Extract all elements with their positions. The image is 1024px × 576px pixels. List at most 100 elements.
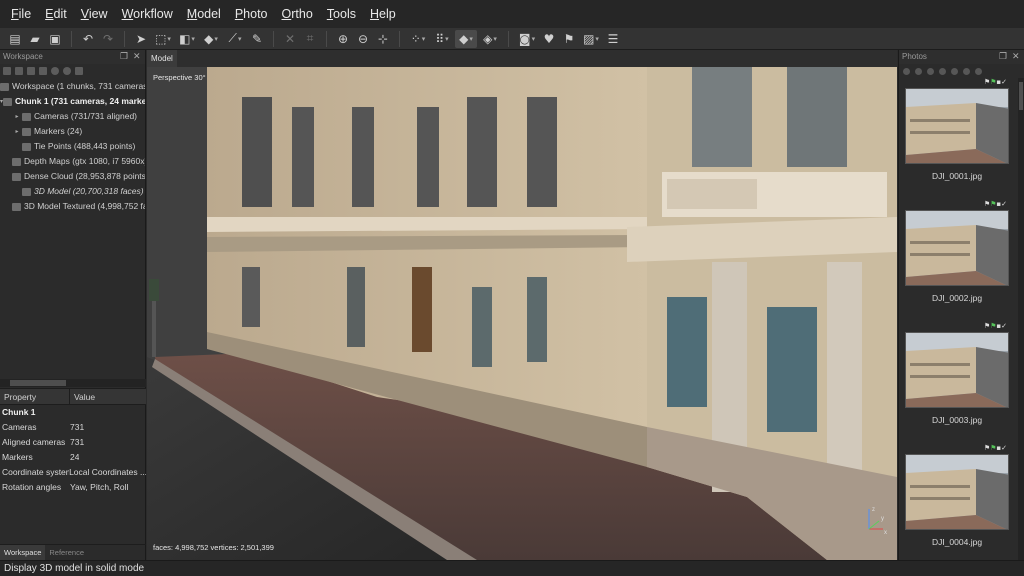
- scrollbar-thumb[interactable]: [1019, 82, 1023, 110]
- menu-file[interactable]: File: [4, 0, 38, 28]
- check-icon: ✓: [1001, 322, 1007, 330]
- property-row[interactable]: Coordinate system Local Coordinates ...: [0, 465, 146, 480]
- tree-item-label: Chunk 1 (731 cameras, 24 markers): [15, 96, 145, 106]
- disable-camera-icon[interactable]: [927, 67, 934, 75]
- menu-help[interactable]: Help: [363, 0, 403, 28]
- undo-icon[interactable]: ↶: [79, 30, 97, 48]
- tree-item-label: Markers (24): [34, 126, 83, 136]
- tab-model[interactable]: Model: [147, 50, 177, 67]
- model-tab-bar: Model: [147, 50, 897, 67]
- undock-icon[interactable]: ❐: [999, 50, 1007, 64]
- menu-model[interactable]: Model: [180, 0, 228, 28]
- photo-thumbnail[interactable]: ⚑⚑▪✓ DJI_0003.jpg: [905, 322, 1009, 425]
- property-row[interactable]: Markers 24: [0, 450, 146, 465]
- solid-model-icon[interactable]: ◆: [455, 29, 477, 48]
- add-photos-icon[interactable]: [15, 66, 23, 75]
- photo-flags: ⚑⚑▪✓: [905, 322, 1009, 332]
- delete-selection-icon[interactable]: ✕: [281, 30, 299, 48]
- menu-workflow[interactable]: Workflow: [115, 0, 180, 28]
- show-dense-cloud-icon[interactable]: ⠿: [431, 30, 453, 48]
- scrollbar-thumb[interactable]: [10, 380, 66, 386]
- redo-icon[interactable]: ↷: [99, 30, 117, 48]
- undock-icon[interactable]: ❐: [120, 50, 128, 64]
- property-column-header[interactable]: Property: [0, 389, 70, 404]
- tree-item[interactable]: Dense Cloud (28,953,878 points): [0, 169, 145, 184]
- tree-item[interactable]: ▾ Chunk 1 (731 cameras, 24 markers): [0, 94, 145, 109]
- enable-icon[interactable]: [51, 66, 59, 75]
- menu-photo[interactable]: Photo: [228, 0, 275, 28]
- reset-view-icon[interactable]: ⊹: [374, 30, 392, 48]
- tree-item[interactable]: 3D Model Textured (4,998,752 faces): [0, 199, 145, 214]
- close-icon[interactable]: ✕: [133, 50, 141, 64]
- circle-selection-icon[interactable]: ◆: [200, 30, 222, 48]
- toolbar-divider: [273, 30, 274, 47]
- view-mode-icon[interactable]: [975, 67, 982, 75]
- tree-item[interactable]: ▸ Cameras (731/731 aligned): [0, 109, 145, 124]
- search-icon[interactable]: [75, 66, 83, 75]
- show-points-icon[interactable]: ⁘: [407, 30, 429, 48]
- ruler-icon[interactable]: ✎: [248, 30, 266, 48]
- property-row[interactable]: Aligned cameras 731: [0, 435, 146, 450]
- flag-icon[interactable]: ⚑: [560, 30, 578, 48]
- value-column-header[interactable]: Value: [70, 389, 95, 404]
- enable-camera-icon[interactable]: [915, 67, 922, 75]
- remove-camera-icon[interactable]: [903, 67, 910, 75]
- save-icon[interactable]: ▣: [46, 30, 64, 48]
- crop-icon[interactable]: ⌗: [301, 30, 319, 48]
- property-row[interactable]: Cameras 731: [0, 420, 146, 435]
- textured-model-icon[interactable]: ◈: [479, 30, 501, 48]
- tab-reference[interactable]: Reference: [45, 545, 88, 560]
- expand-arrow-icon[interactable]: ▸: [12, 109, 22, 124]
- open-icon[interactable]: ▰: [26, 30, 44, 48]
- photos-scrollbar[interactable]: [1018, 78, 1024, 560]
- image-icon[interactable]: ▨: [580, 30, 602, 48]
- remove-item-icon[interactable]: [39, 66, 47, 75]
- grid-icon[interactable]: ☰: [604, 30, 622, 48]
- menu-edit[interactable]: Edit: [38, 0, 74, 28]
- tree-item[interactable]: Tie Points (488,443 points): [0, 139, 145, 154]
- menu-ortho[interactable]: Ortho: [275, 0, 320, 28]
- tree-item-label: Cameras (731/731 aligned): [34, 111, 138, 121]
- new-icon[interactable]: ▤: [6, 30, 24, 48]
- rotate-left-icon[interactable]: [939, 67, 946, 75]
- tree-root[interactable]: Workspace (1 chunks, 731 cameras): [0, 79, 145, 94]
- property-row[interactable]: Rotation angles Yaw, Pitch, Roll: [0, 480, 146, 495]
- workspace-tree: Workspace (1 chunks, 731 cameras) ▾ Chunk…: [0, 77, 145, 214]
- expand-arrow-icon[interactable]: ▸: [12, 124, 22, 139]
- photo-thumbnail[interactable]: ⚑⚑▪✓ DJI_0004.jpg: [905, 444, 1009, 547]
- add-chunk-icon[interactable]: [3, 66, 11, 75]
- navigation-icon[interactable]: ➤: [132, 30, 150, 48]
- rotate-right-icon[interactable]: [951, 67, 958, 75]
- model-viewport[interactable]: Perspective 30° faces: 4,998,752 vertice…: [147, 67, 897, 560]
- workspace-panel-title: Workspace ❐ ✕: [0, 50, 145, 64]
- tree-item-label: Tie Points (488,443 points): [34, 141, 136, 151]
- photo-image[interactable]: [905, 88, 1009, 164]
- photo-thumbnail[interactable]: ⚑⚑▪✓ DJI_0001.jpg: [905, 78, 1009, 181]
- status-text: Display 3D model in solid mode: [4, 563, 145, 574]
- photo-image[interactable]: [905, 332, 1009, 408]
- camera-icon[interactable]: ◙: [516, 30, 538, 48]
- tree-scrollbar[interactable]: [0, 379, 146, 387]
- zoom-out-icon[interactable]: ⊖: [354, 30, 372, 48]
- axis-y-label: y: [881, 516, 884, 522]
- show-markers-icon[interactable]: ♥: [540, 30, 558, 48]
- rectangle-selection-icon[interactable]: ⬚: [152, 30, 174, 48]
- reset-filter-icon[interactable]: [963, 67, 970, 75]
- menu-tools[interactable]: Tools: [320, 0, 363, 28]
- photo-thumbnail[interactable]: ⚑⚑▪✓ DJI_0002.jpg: [905, 200, 1009, 303]
- zoom-in-icon[interactable]: ⊕: [334, 30, 352, 48]
- free-form-selection-icon[interactable]: ◧: [176, 30, 198, 48]
- menu-view[interactable]: View: [74, 0, 115, 28]
- add-folder-icon[interactable]: [27, 66, 35, 75]
- toolbar-divider: [71, 30, 72, 47]
- photo-image[interactable]: [905, 454, 1009, 530]
- photos-title-label: Photos: [902, 52, 927, 61]
- draw-polygon-icon[interactable]: ⟋: [224, 30, 246, 48]
- tab-workspace[interactable]: Workspace: [0, 545, 46, 560]
- close-icon[interactable]: ✕: [1012, 50, 1020, 64]
- disable-icon[interactable]: [63, 66, 71, 75]
- tree-item[interactable]: 3D Model (20,700,318 faces): [0, 184, 145, 199]
- tree-item[interactable]: ▸ Markers (24): [0, 124, 145, 139]
- tree-item[interactable]: Depth Maps (gtx 1080, i7 5960x): [0, 154, 145, 169]
- photo-image[interactable]: [905, 210, 1009, 286]
